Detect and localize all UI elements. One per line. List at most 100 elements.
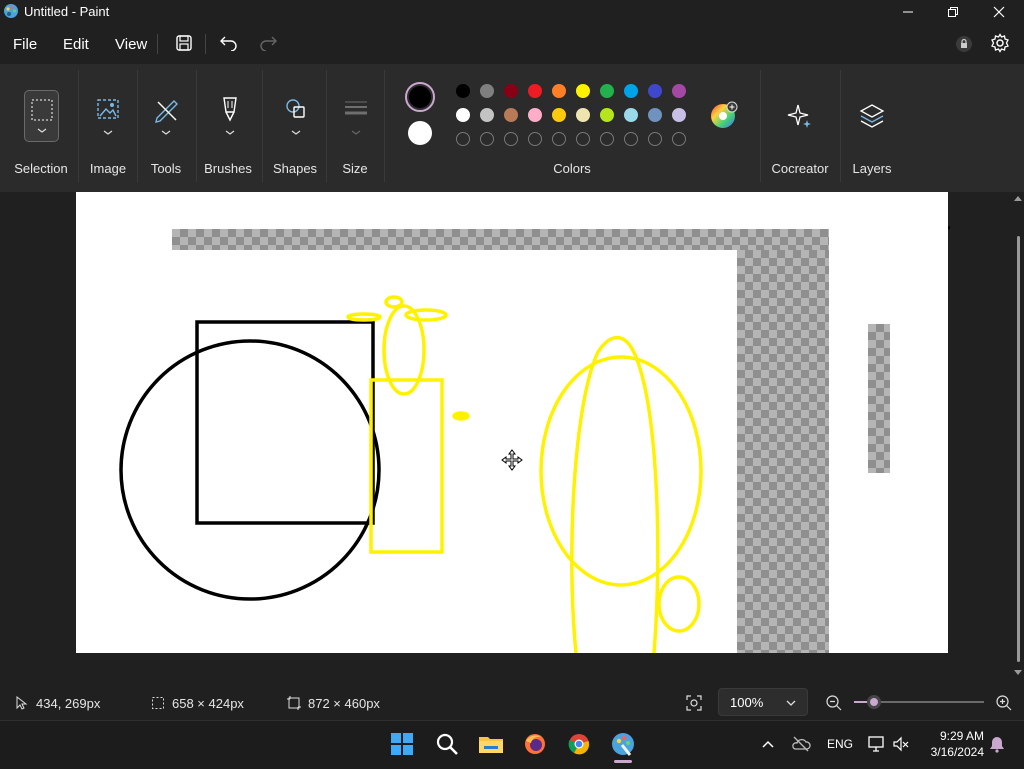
volume-muted-icon[interactable] — [892, 735, 910, 753]
zoom-value: 100% — [730, 695, 764, 710]
zoom-in-icon[interactable] — [995, 694, 1013, 712]
canvas-drawing — [119, 295, 703, 653]
pencil-tools-icon — [155, 100, 178, 135]
palette-swatch[interactable] — [552, 108, 566, 122]
custom-color-slot[interactable] — [624, 132, 638, 146]
file-explorer-icon — [479, 737, 503, 753]
size-button[interactable] — [340, 92, 372, 140]
redo-icon[interactable] — [258, 33, 278, 51]
palette-swatch[interactable] — [672, 84, 686, 98]
restore-button[interactable] — [930, 0, 976, 24]
taskbar-paint[interactable] — [609, 730, 637, 758]
group-label-brushes: Brushes — [204, 161, 252, 176]
custom-color-slot[interactable] — [504, 132, 518, 146]
black-square — [195, 320, 375, 525]
notification-bell-icon[interactable] — [988, 735, 1006, 753]
account-icon[interactable] — [955, 35, 973, 53]
taskbar-firefox[interactable] — [521, 730, 549, 758]
chrome-icon — [568, 734, 590, 755]
custom-color-slot[interactable] — [672, 132, 686, 146]
paint-palette-icon — [4, 4, 18, 18]
palette-swatch[interactable] — [504, 84, 518, 98]
secondary-color[interactable] — [408, 121, 432, 145]
minimize-button[interactable] — [885, 0, 931, 24]
close-button[interactable] — [976, 0, 1022, 24]
palette-swatch[interactable] — [504, 108, 518, 122]
taskbar-chrome[interactable] — [565, 730, 593, 758]
cursor-position: 434, 269px — [36, 696, 101, 711]
primary-color[interactable] — [405, 82, 435, 112]
fit-to-window-icon[interactable] — [685, 694, 703, 712]
menu-edit[interactable]: Edit — [63, 36, 89, 53]
menu-file[interactable]: File — [13, 36, 37, 53]
custom-color-slot[interactable] — [576, 132, 590, 146]
image-button[interactable] — [92, 92, 124, 140]
zoom-dropdown[interactable]: 100% — [718, 688, 808, 716]
onedrive-offline-icon[interactable] — [791, 735, 811, 753]
paint-icon — [612, 733, 634, 756]
clock-date[interactable]: 3/16/2024 — [916, 745, 984, 759]
tools-button[interactable] — [150, 92, 182, 140]
palette-swatch[interactable] — [600, 84, 614, 98]
palette-swatch[interactable] — [528, 108, 542, 122]
custom-color-slot[interactable] — [648, 132, 662, 146]
layers-button[interactable] — [856, 98, 888, 134]
zoom-slider[interactable] — [854, 694, 984, 710]
group-label-shapes: Shapes — [272, 161, 318, 176]
palette-swatch[interactable] — [624, 84, 638, 98]
start-button[interactable] — [388, 730, 416, 758]
cocreator-button[interactable] — [784, 98, 816, 134]
custom-color-slot[interactable] — [480, 132, 494, 146]
palette-swatch[interactable] — [528, 84, 542, 98]
group-label-tools: Tools — [150, 161, 182, 176]
brushes-button[interactable] — [214, 92, 246, 140]
palette-swatch[interactable] — [456, 84, 470, 98]
drawing-canvas[interactable] — [76, 192, 948, 653]
undo-icon[interactable] — [219, 33, 239, 51]
scroll-up-icon[interactable] — [1014, 196, 1022, 201]
palette-swatch[interactable] — [648, 84, 662, 98]
clock-time[interactable]: 9:29 AM — [924, 729, 984, 743]
pointer-icon — [16, 696, 28, 710]
shapes-button[interactable] — [280, 92, 312, 140]
group-label-colors: Colors — [553, 161, 591, 176]
ribbon-separator — [840, 70, 841, 182]
taskbar-search[interactable] — [433, 730, 461, 758]
vertical-scrollbar[interactable] — [1012, 192, 1024, 682]
taskbar-file-explorer[interactable] — [477, 730, 505, 758]
sparkle-icon — [787, 104, 811, 128]
palette-swatch[interactable] — [456, 108, 470, 122]
palette-swatch[interactable] — [480, 108, 494, 122]
palette-swatch[interactable] — [576, 108, 590, 122]
ribbon-separator — [78, 70, 79, 182]
language-indicator[interactable]: ENG — [827, 737, 853, 751]
palette-swatch[interactable] — [576, 84, 590, 98]
network-icon[interactable] — [867, 735, 885, 753]
color-wheel-button[interactable] — [709, 100, 739, 130]
save-icon[interactable] — [175, 34, 193, 52]
selection-rectangle-icon — [31, 99, 52, 133]
palette-swatch[interactable] — [552, 84, 566, 98]
active-app-indicator — [614, 760, 632, 763]
palette-swatch[interactable] — [648, 108, 662, 122]
selection-button[interactable] — [24, 90, 59, 142]
palette-swatch[interactable] — [480, 84, 494, 98]
custom-color-slot[interactable] — [456, 132, 470, 146]
scroll-thumb[interactable] — [1017, 236, 1020, 662]
scroll-down-icon[interactable] — [1014, 670, 1022, 675]
palette-swatch[interactable] — [672, 108, 686, 122]
custom-color-slot[interactable] — [552, 132, 566, 146]
chevron-down-icon — [786, 700, 796, 706]
menu-view[interactable]: View — [115, 36, 147, 53]
custom-color-slot[interactable] — [528, 132, 542, 146]
settings-gear-icon[interactable] — [990, 33, 1010, 53]
zoom-slider-thumb[interactable] — [866, 695, 881, 709]
line-size-icon — [345, 101, 367, 135]
custom-color-slot[interactable] — [600, 132, 614, 146]
yellow-strokes — [346, 295, 703, 653]
zoom-out-icon[interactable] — [825, 694, 843, 712]
ribbon-separator — [760, 70, 761, 182]
show-hidden-icons-icon[interactable] — [761, 738, 775, 750]
palette-swatch[interactable] — [600, 108, 614, 122]
palette-swatch[interactable] — [624, 108, 638, 122]
